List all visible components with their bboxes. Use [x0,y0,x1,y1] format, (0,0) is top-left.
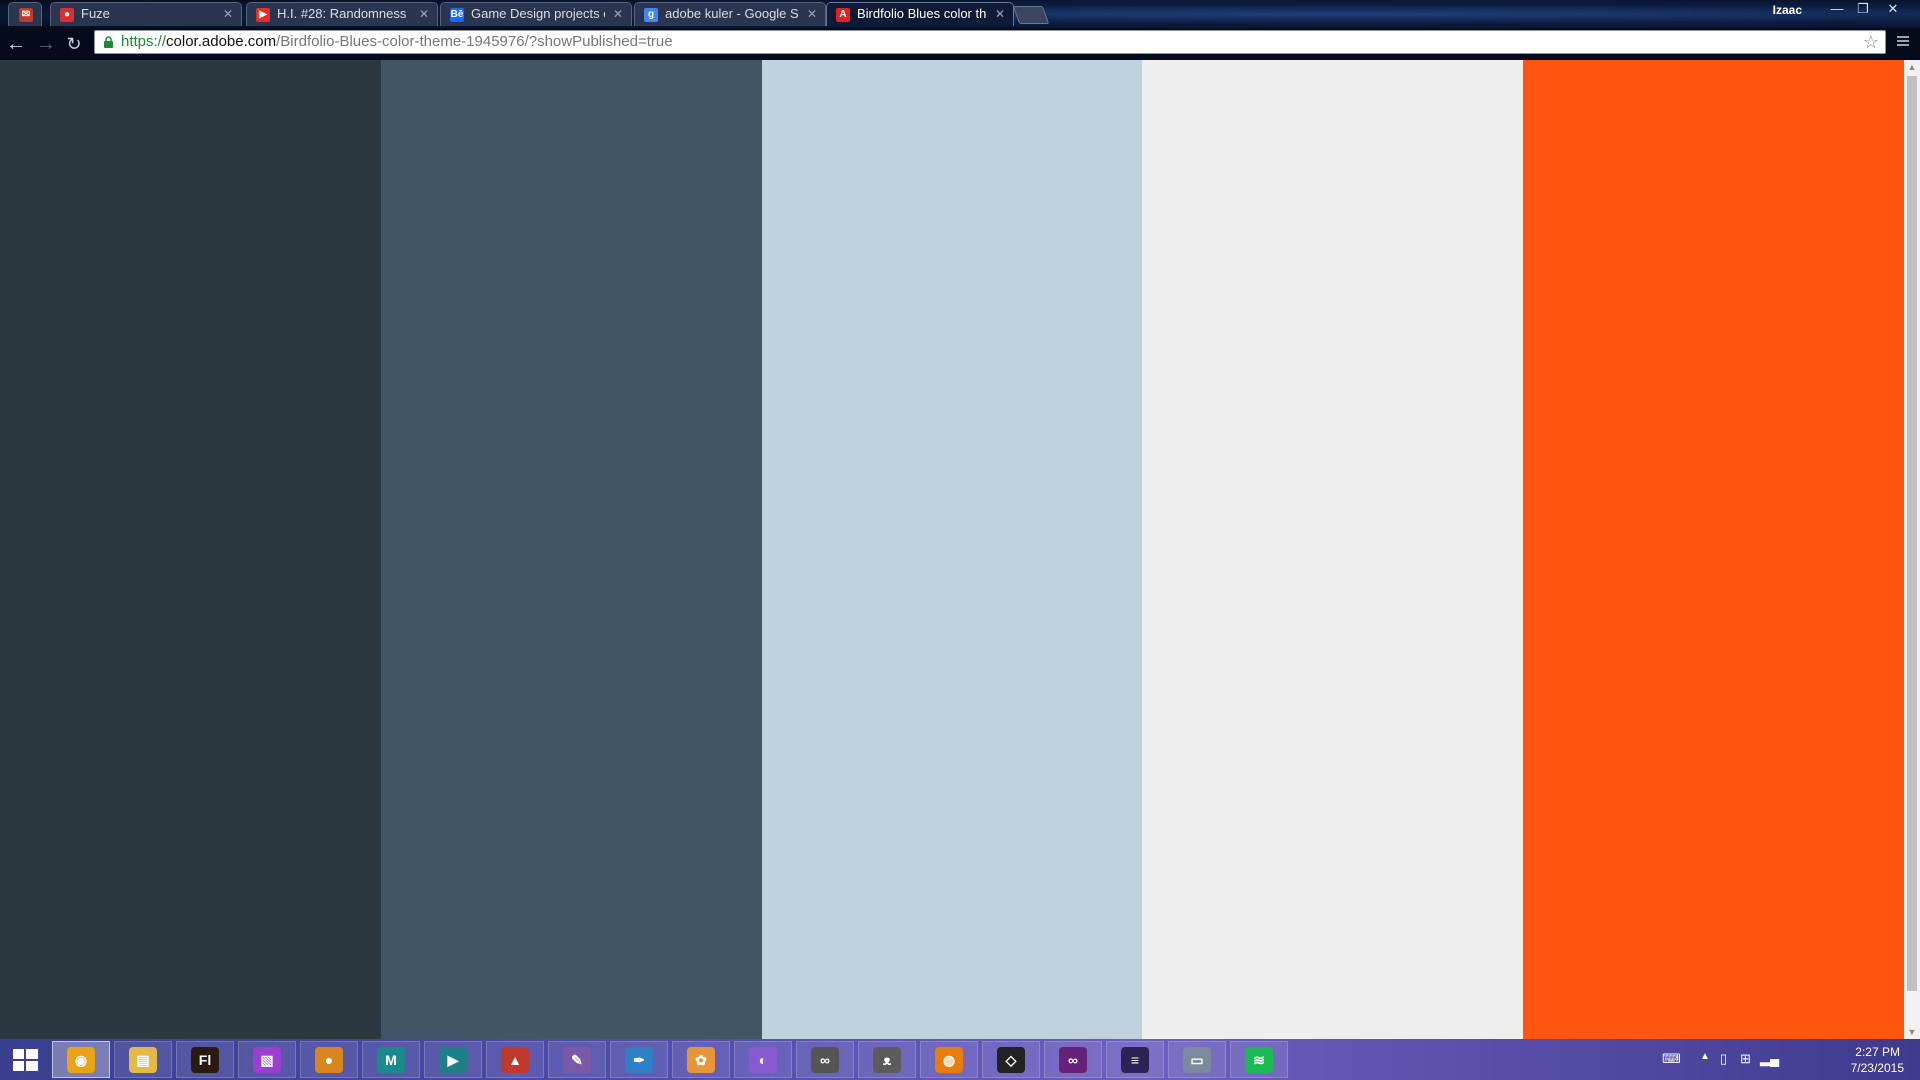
profile-name[interactable]: Izaac [1773,3,1802,17]
page-scrollbar[interactable]: ▲ ▼ [1904,60,1920,1039]
behance-icon: Bē [450,8,464,22]
taskbar-app-cloud-app[interactable]: ∞ [796,1041,854,1078]
taskbar-app-eclipse[interactable]: ≡ [1106,1041,1164,1078]
close-icon[interactable]: ✕ [613,3,623,25]
taskbar-app-chrome[interactable]: ◉ [52,1041,110,1078]
taskbar-app-spotify[interactable]: ≋ [1230,1041,1288,1078]
taskbar-app-unity[interactable]: ◇ [982,1041,1040,1078]
taskbar-app-maya[interactable]: M [362,1041,420,1078]
gmail-icon: ✉ [19,8,33,22]
tab-google[interactable]: g adobe kuler - Google Sea ✕ [634,2,826,26]
reload-icon[interactable]: ↻ [62,32,86,56]
minimize-icon[interactable]: — [1824,0,1850,18]
feather-app-icon: ✒ [625,1047,653,1073]
taskbar-app-gimp[interactable]: ᴥ [858,1041,916,1078]
color-swatch-3[interactable] [761,60,1143,1039]
lock-icon [104,36,113,48]
screen-app-icon: ▭ [1183,1047,1211,1073]
adobe-icon: A [836,8,850,22]
tab-birdfolio[interactable]: A Birdfolio Blues color them ✕ [826,2,1014,26]
back-icon[interactable]: ← [4,32,28,56]
onenote-icon: ✎ [563,1047,591,1073]
maya-icon: M [377,1047,405,1073]
url-path: /Birdfolio-Blues-color-theme-1945976/?sh… [276,33,673,50]
blender-icon: ◍ [935,1047,963,1073]
visual-studio-icon: ∞ [1059,1047,1087,1073]
new-tab-button[interactable] [1012,6,1050,24]
signal-icon[interactable]: ▂▄ [1760,1051,1779,1067]
hexchat-icon: ● [315,1047,343,1073]
taskbar-app-flash[interactable]: Fl [176,1041,234,1078]
taskbar-app-file-explorer[interactable]: ▤ [114,1041,172,1078]
browser-tabstrip: ✉ ● Fuze ✕ ▶ H.I. #28: Randomness ✕ Bē G… [0,0,1920,28]
color-swatch-2[interactable] [380,60,762,1039]
taskbar-app-krita[interactable]: ◐ [734,1041,792,1078]
clock-time[interactable]: 2:27 PM [1855,1045,1900,1059]
tab-fuze[interactable]: ● Fuze ✕ [50,2,242,26]
eclipse-icon: ≡ [1121,1047,1149,1073]
tab-title: Game Design projects on [471,6,605,21]
chrome-icon: ◉ [67,1047,95,1073]
google-icon: g [644,8,658,22]
color-app-icon: ▧ [253,1047,281,1073]
restore-icon[interactable]: ❐ [1850,0,1876,18]
krita-icon: ◐ [749,1047,777,1073]
unity-icon: ◇ [997,1047,1025,1073]
tab-gmail[interactable]: ✉ [8,2,42,26]
color-swatch-4[interactable] [1142,60,1524,1039]
taskbar-app-paint-app[interactable]: ✿ [672,1041,730,1078]
mudbox-icon: ▲ [501,1047,529,1073]
3ds-max-icon: ▶ [439,1047,467,1073]
taskbar-app-mudbox[interactable]: ▲ [486,1041,544,1078]
windows-icon[interactable]: ⊞ [1740,1051,1751,1067]
windows-start-icon[interactable] [6,1045,44,1075]
taskbar-app-color-app[interactable]: ▧ [238,1041,296,1078]
taskbar-app-hexchat[interactable]: ● [300,1041,358,1078]
color-theme-palette [0,60,1904,1039]
tab-behance[interactable]: Bē Game Design projects on ✕ [440,2,632,26]
paint-app-icon: ✿ [687,1047,715,1073]
tab-title: adobe kuler - Google Sea [665,6,799,21]
close-icon[interactable]: ✕ [807,3,817,25]
taskbar-app-onenote[interactable]: ✎ [548,1041,606,1078]
cloud-app-icon: ∞ [811,1047,839,1073]
chrome-menu-icon[interactable] [1896,34,1910,48]
tab-title: Birdfolio Blues color them [857,6,987,21]
bookmark-star-icon[interactable]: ☆ [1863,32,1879,52]
url-host: color.adobe.com [166,33,277,50]
close-icon[interactable]: ✕ [223,3,233,25]
scroll-down-arrow[interactable]: ▼ [1904,1025,1920,1039]
file-explorer-icon: ▤ [129,1047,157,1073]
close-icon[interactable]: ✕ [419,3,429,25]
windows-taskbar: ◉ ▤ Fl ▧ ● M ▶ ▲ ✎ ✒ ✿ ◐ ∞ ᴥ ◍ ◇ ∞ ≡ ▭ ≋ ⌨ ▲ ▯ ⊞ ▂▄ 2:27 PM… [0,1039,1920,1080]
forward-icon[interactable]: → [34,32,58,56]
fuze-icon: ● [60,8,74,22]
close-icon[interactable]: ✕ [995,3,1005,25]
color-swatch-5[interactable] [1523,60,1904,1039]
taskbar-app-blender[interactable]: ◍ [920,1041,978,1078]
spotify-icon: ≋ [1245,1047,1273,1073]
url-text: https://color.adobe.com/Birdfolio-Blues-… [121,33,673,51]
flash-icon: Fl [191,1047,219,1073]
tab-title: H.I. #28: Randomness [277,6,407,21]
taskbar-app-screen-app[interactable]: ▭ [1168,1041,1226,1078]
url-scheme: https:// [121,33,167,50]
scroll-thumb[interactable] [1907,76,1917,991]
tab-youtube[interactable]: ▶ H.I. #28: Randomness ✕ [246,2,438,26]
keyboard-icon[interactable]: ⌨ [1662,1051,1681,1067]
tab-title: Fuze [81,6,110,21]
device-icon[interactable]: ▯ [1720,1051,1727,1067]
youtube-icon: ▶ [256,8,270,22]
color-swatch-1[interactable] [0,60,381,1039]
address-bar[interactable]: https://color.adobe.com/Birdfolio-Blues-… [94,30,1886,54]
close-window-icon[interactable]: ✕ [1880,0,1906,18]
system-tray: ⌨ ▲ ▯ ⊞ ▂▄ 2:27 PM 7/23/2015 [1640,1039,1920,1080]
tray-expand-icon[interactable]: ▲ [1700,1051,1710,1062]
clock-date[interactable]: 7/23/2015 [1851,1061,1904,1075]
taskbar-app-visual-studio[interactable]: ∞ [1044,1041,1102,1078]
taskbar-app-3ds-max[interactable]: ▶ [424,1041,482,1078]
gimp-icon: ᴥ [873,1047,901,1073]
scroll-up-arrow[interactable]: ▲ [1904,60,1920,74]
taskbar-app-feather-app[interactable]: ✒ [610,1041,668,1078]
